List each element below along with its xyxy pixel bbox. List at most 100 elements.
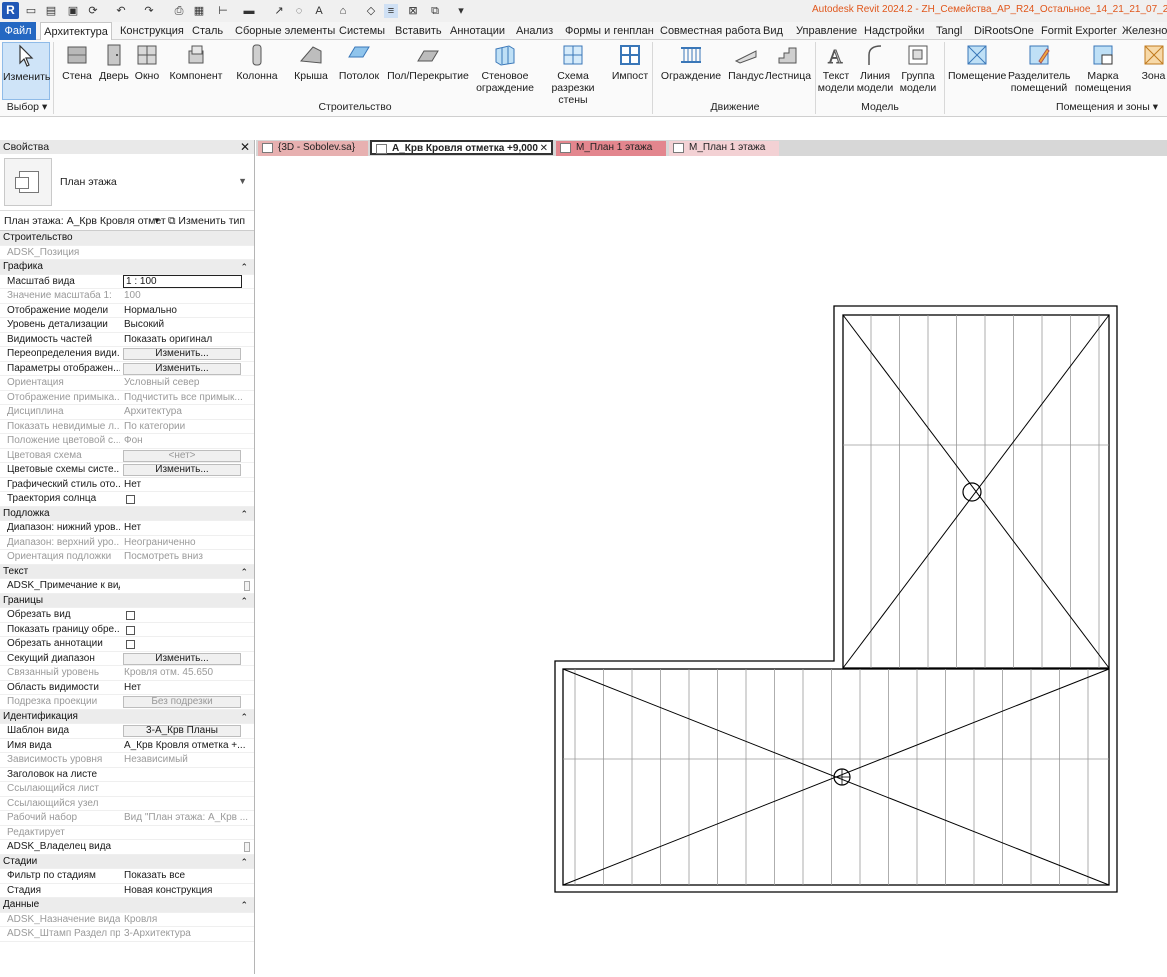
property-group[interactable]: Графика ⌃ — [0, 260, 254, 275]
property-group[interactable]: Стадии ⌃ — [0, 854, 254, 869]
save-icon[interactable]: ▣ — [66, 4, 80, 18]
text-icon[interactable]: A — [312, 4, 326, 18]
window-button[interactable]: Окно — [132, 42, 162, 100]
open-icon[interactable]: ▤ — [44, 4, 58, 18]
room-button[interactable]: Помещение — [948, 42, 1006, 100]
tab-massing-site[interactable]: Формы и генплан — [565, 22, 654, 40]
tab-annotate[interactable]: Аннотации — [450, 22, 505, 40]
component-button[interactable]: Компонент — [166, 42, 226, 100]
property-edit-button[interactable]: Изменить... — [123, 362, 241, 375]
tab-file[interactable]: Файл — [0, 22, 36, 40]
property-value[interactable]: Нет — [124, 681, 251, 695]
aligned-dim-icon[interactable]: ▬ — [242, 4, 256, 18]
chevron-up-icon[interactable]: ⌃ — [240, 507, 248, 521]
property-group[interactable]: Строительство — [0, 231, 254, 246]
property-value[interactable]: Показать оригинал — [124, 333, 251, 347]
tab-steel[interactable]: Сталь — [192, 22, 223, 40]
tab-manage[interactable]: Управление — [796, 22, 857, 40]
customize-qat-icon[interactable]: ▾ — [454, 4, 468, 18]
view-scale-input[interactable]: 1 : 100 — [123, 274, 242, 288]
tab-collaborate[interactable]: Совместная работа — [660, 22, 761, 40]
close-icon[interactable]: ✕ — [540, 142, 548, 156]
edit-type-button[interactable]: ⧉ Изменить тип — [168, 211, 252, 231]
room-tag-button[interactable]: Марка помещения — [1073, 42, 1133, 100]
chevron-up-icon[interactable]: ⌃ — [240, 855, 248, 869]
property-checkbox[interactable] — [126, 495, 135, 504]
dimension-icon[interactable]: ⊢ — [216, 4, 230, 18]
chevron-up-icon[interactable]: ⌃ — [240, 260, 248, 274]
curtain-wall-button[interactable]: Стеновое ограждение — [476, 42, 534, 100]
instance-selector[interactable]: План этажа: А_Крв Кровля отмет ▼ ⧉ Измен… — [0, 211, 254, 231]
property-value[interactable]: Показать все — [124, 869, 251, 883]
tab-zhelezno[interactable]: Железно — [1122, 22, 1167, 40]
modify-button[interactable]: Изменить — [2, 42, 50, 100]
property-value[interactable]: Нет — [124, 478, 251, 492]
roof-button[interactable]: Крыша — [292, 42, 330, 100]
tab-insert[interactable]: Вставить — [395, 22, 442, 40]
text-edit-icon[interactable] — [244, 842, 250, 852]
tab-dirootsone[interactable]: DiRootsOne — [974, 22, 1034, 40]
view-tab[interactable]: М_План 1 этажа — [556, 141, 666, 156]
view-tab-active[interactable]: А_Крв Кровля отметка +9,000 ✕ — [370, 140, 553, 155]
property-checkbox[interactable] — [126, 611, 135, 620]
mullion-button[interactable]: Импост — [611, 42, 649, 100]
door-button[interactable]: Дверь — [98, 42, 130, 100]
column-button[interactable]: Колонна — [235, 42, 279, 100]
ramp-button[interactable]: Пандус — [727, 42, 765, 100]
property-checkbox[interactable] — [126, 640, 135, 649]
property-checkbox[interactable] — [126, 625, 135, 635]
tab-formit-exporter[interactable]: Formit Exporter — [1041, 22, 1117, 40]
curtain-grid-button[interactable]: Схема разрезки стены — [536, 42, 610, 106]
annotate-icon[interactable]: ◌ — [292, 4, 306, 18]
railing-button[interactable]: Ограждение — [660, 42, 722, 100]
chevron-up-icon[interactable]: ⌃ — [240, 898, 248, 912]
tab-tangl[interactable]: Tangl — [936, 22, 962, 40]
print-icon[interactable]: ⎙ — [172, 4, 186, 18]
property-group[interactable]: Идентификация ⌃ — [0, 709, 254, 724]
tab-precast[interactable]: Сборные элементы — [235, 22, 335, 40]
property-edit-button[interactable]: Изменить... — [123, 464, 241, 476]
property-group[interactable]: Текст ⌃ — [0, 564, 254, 579]
type-selector[interactable]: План этажа ▼ — [0, 154, 254, 211]
property-edit-button[interactable]: Изменить... — [123, 652, 241, 665]
property-group[interactable]: Подложка ⌃ — [0, 506, 254, 521]
3d-view-icon[interactable]: ⌂ — [336, 4, 350, 18]
tab-systems[interactable]: Системы — [339, 22, 385, 40]
floor-button[interactable]: Пол/Перекрытие — [387, 42, 469, 100]
chevron-down-icon[interactable]: ▼ — [238, 176, 247, 186]
view-tab[interactable]: {3D - Sobolev.sa} — [258, 141, 368, 156]
property-edit-button[interactable]: Изменить... — [123, 348, 241, 360]
view-tab[interactable]: М_План 1 этажа — [669, 141, 779, 156]
property-group[interactable]: Данные ⌃ — [0, 898, 254, 913]
property-value[interactable]: Нормально — [124, 304, 251, 318]
property-group[interactable]: Границы ⌃ — [0, 593, 254, 608]
home-icon[interactable]: ▭ — [24, 4, 38, 18]
model-text-button[interactable]: A Текст модели — [817, 42, 855, 100]
close-hidden-icon[interactable]: ⊠ — [406, 4, 420, 18]
tab-architecture[interactable]: Архитектура — [40, 22, 112, 40]
tab-analyze[interactable]: Анализ — [516, 22, 553, 40]
drawing-canvas[interactable] — [256, 156, 1167, 974]
tab-view[interactable]: Вид — [763, 22, 783, 40]
room-separator-button[interactable]: Разделитель помещений — [1008, 42, 1070, 100]
ceiling-button[interactable]: Потолок — [336, 42, 382, 100]
revit-logo-icon[interactable]: R — [2, 2, 19, 19]
property-value[interactable]: Высокий — [124, 318, 251, 332]
property-value[interactable]: А_Крв Кровля отметка +... — [124, 739, 251, 753]
thin-lines-icon[interactable]: ≡ — [384, 4, 398, 18]
measure-icon[interactable]: ▦ — [192, 4, 206, 18]
switch-windows-icon[interactable]: ⧉ — [428, 4, 442, 18]
redo-icon[interactable]: ↷ — [142, 4, 156, 18]
property-value[interactable]: Нет — [124, 521, 251, 535]
panel-select[interactable]: Выбор ▾ — [4, 101, 50, 115]
text-edit-icon[interactable] — [244, 581, 250, 591]
section-icon[interactable]: ◇ — [364, 4, 378, 18]
property-edit-button[interactable]: 3-А_Крв Планы — [123, 725, 241, 737]
chevron-down-icon[interactable]: ▼ — [153, 211, 161, 231]
undo-icon[interactable]: ↶ — [114, 4, 128, 18]
wall-button[interactable]: Стена — [60, 42, 94, 100]
chevron-up-icon[interactable]: ⌃ — [240, 710, 248, 724]
close-icon[interactable]: ✕ — [240, 140, 250, 154]
area-button[interactable]: Зона — [1140, 42, 1167, 100]
stair-button[interactable]: Лестница — [764, 42, 812, 100]
